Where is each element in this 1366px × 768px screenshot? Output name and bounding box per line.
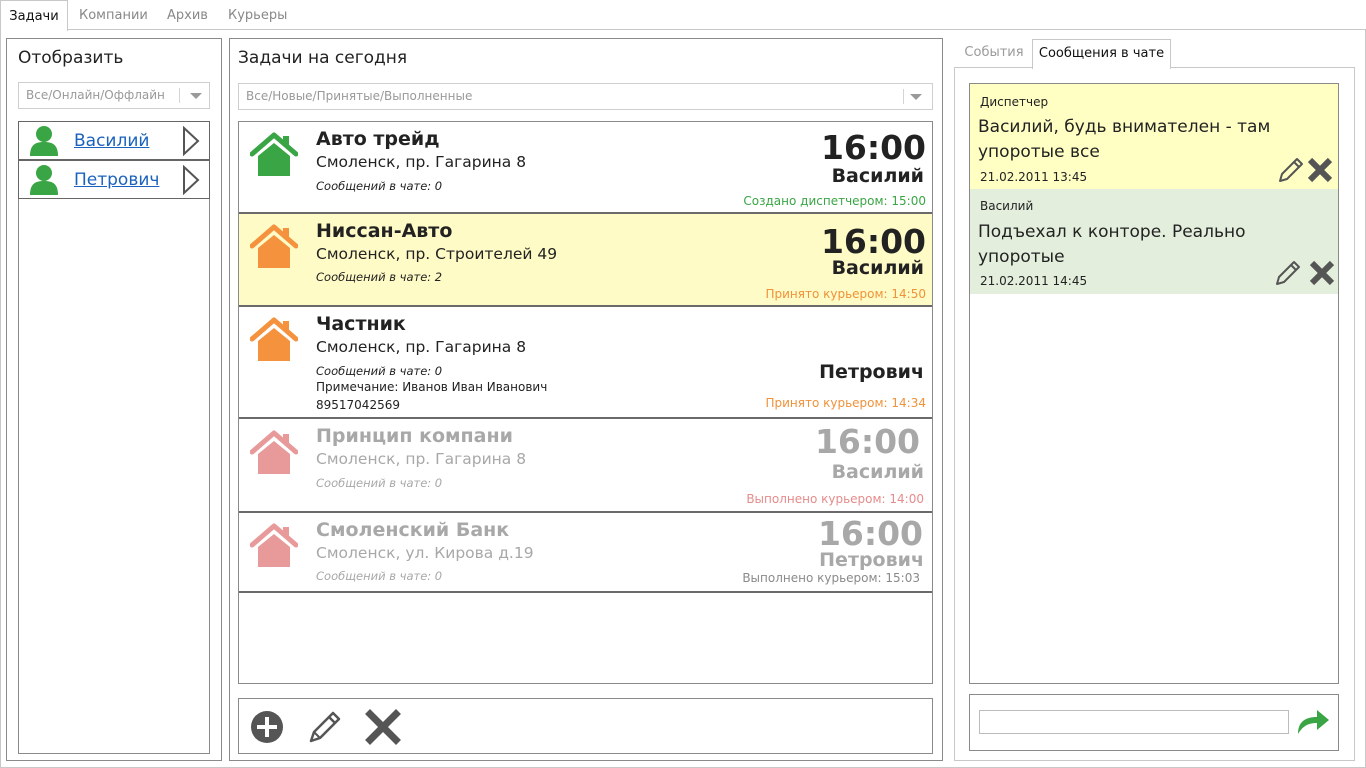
pencil-icon (1276, 261, 1300, 285)
task-time: 16:00 (820, 128, 926, 167)
tasks-panel-title: Задачи на сегодня (238, 48, 408, 68)
courier-list (18, 121, 210, 754)
task-card[interactable]: Смоленский Банк Смоленск, ул. Кирова д.1… (239, 513, 932, 593)
task-list: Авто трейд Смоленск, пр. Гагарина 8 Сооб… (238, 121, 933, 684)
add-button[interactable] (249, 709, 285, 745)
task-time: 16:00 (814, 422, 920, 461)
play-icon[interactable] (182, 165, 200, 195)
message-text: Подъехал к конторе. Реально упоротые (978, 222, 1246, 267)
task-toolbar (238, 698, 933, 754)
house-icon (250, 317, 298, 361)
tab-chat-messages[interactable]: Сообщения в чате (1032, 39, 1171, 69)
tab-tasks[interactable]: Задачи (0, 0, 68, 31)
chevron-down-icon (190, 93, 202, 99)
task-status: Принято курьером: 14:50 (765, 287, 926, 301)
message-author: Диспетчер (980, 95, 1049, 109)
courier-name-link[interactable]: Петрович (74, 170, 159, 190)
combo-separator (179, 88, 180, 103)
message-date: 21.02.2011 14:45 (980, 274, 1088, 288)
pencil-icon (309, 711, 341, 743)
task-address: Смоленск, пр. Гагарина 8 (316, 338, 527, 356)
task-title: Смоленский Банк (316, 519, 510, 541)
chat-message-list: Диспетчер Василий, будь внимателен - там… (969, 83, 1339, 684)
task-title: Частник (316, 313, 406, 335)
task-courier: Василий (831, 165, 924, 187)
send-arrow-icon (1298, 710, 1329, 734)
edit-button[interactable] (307, 709, 343, 745)
delete-message-button[interactable] (1308, 259, 1336, 287)
message-text: Василий, будь внимателен - там упоротые … (978, 117, 1271, 162)
courier-status-filter-value: Все/Онлайн/Оффлайн (26, 88, 165, 102)
delete-button[interactable] (365, 709, 401, 745)
chevron-down-icon (910, 94, 922, 100)
close-icon (1309, 260, 1335, 286)
task-message-count: Сообщений в чате: 0 (316, 476, 443, 490)
task-title: Ниссан-Авто (316, 220, 453, 242)
task-courier: Василий (831, 461, 924, 483)
task-message-count: Сообщений в чате: 0 (316, 179, 443, 193)
task-message-count: Сообщений в чате: 0 (316, 364, 443, 378)
task-time: 16:00 (820, 222, 926, 261)
house-icon (250, 224, 298, 268)
courier-name-link[interactable]: Василий (74, 131, 149, 151)
courier-row-vasily[interactable]: Василий (18, 121, 210, 160)
top-tab-bar: Задачи Компании Архив Курьеры (0, 0, 1366, 31)
task-status: Принято курьером: 14:34 (765, 396, 926, 410)
task-status: Создано диспетчером: 15:00 (743, 194, 926, 208)
tab-events[interactable]: События (956, 39, 1032, 68)
task-title: Принцип компани (316, 425, 513, 447)
tab-companies[interactable]: Компании (79, 0, 148, 30)
delete-message-button[interactable] (1306, 156, 1334, 184)
user-icon (30, 165, 58, 195)
courier-row-petrovich[interactable]: Петрович (18, 160, 210, 199)
send-button[interactable] (1295, 706, 1331, 736)
user-icon (30, 126, 58, 156)
task-address: Смоленск, пр. Гагарина 8 (316, 153, 527, 171)
close-icon (1307, 157, 1333, 183)
task-courier: Петрович (819, 549, 924, 571)
task-courier: Петрович (819, 361, 924, 383)
tab-archive[interactable]: Архив (167, 0, 208, 30)
task-status: Выполнено курьером: 15:03 (742, 571, 920, 585)
close-icon (365, 709, 401, 745)
task-status-filter[interactable]: Все/Новые/Принятые/Выполненные (238, 83, 933, 110)
task-card[interactable]: Принцип компани Смоленск, пр. Гагарина 8… (239, 419, 932, 513)
task-title: Авто трейд (316, 128, 440, 150)
message-date: 21.02.2011 13:45 (980, 170, 1088, 184)
task-note: Примечание: Иванов Иван Иванович (316, 380, 548, 394)
task-address: Смоленск, пр. Гагарина 8 (316, 450, 527, 468)
edit-message-button[interactable] (1277, 156, 1305, 184)
chat-message: Диспетчер Василий, будь внимателен - там… (970, 84, 1338, 189)
house-icon (250, 132, 298, 176)
house-icon (250, 523, 298, 567)
display-panel-title: Отобразить (18, 48, 124, 68)
chat-message-input[interactable] (979, 710, 1289, 734)
edit-message-button[interactable] (1274, 259, 1302, 287)
plus-icon (251, 711, 283, 743)
task-courier: Василий (831, 257, 924, 279)
play-icon[interactable] (182, 126, 200, 156)
chat-compose (969, 694, 1339, 751)
task-message-count: Сообщений в чате: 2 (316, 270, 443, 284)
combo-separator (903, 89, 904, 104)
task-card[interactable]: Ниссан-Авто Смоленск, пр. Строителей 49 … (239, 214, 932, 307)
task-status: Выполнено курьером: 14:00 (746, 492, 924, 506)
task-card[interactable]: Авто трейд Смоленск, пр. Гагарина 8 Сооб… (239, 122, 932, 214)
chat-message: Василий Подъехал к конторе. Реально упор… (970, 189, 1338, 294)
pencil-icon (1279, 158, 1303, 182)
task-address: Смоленск, пр. Строителей 49 (316, 245, 558, 263)
courier-status-filter[interactable]: Все/Онлайн/Оффлайн (18, 82, 210, 109)
message-author: Василий (980, 199, 1034, 213)
house-icon (250, 430, 298, 474)
task-time: 16:00 (817, 514, 923, 553)
task-phone: 89517042569 (316, 398, 400, 412)
task-address: Смоленск, ул. Кирова д.19 (316, 544, 534, 562)
task-status-filter-value: Все/Новые/Принятые/Выполненные (246, 89, 473, 103)
task-card[interactable]: Частник Смоленск, пр. Гагарина 8 Сообщен… (239, 307, 932, 419)
tab-couriers[interactable]: Курьеры (228, 0, 287, 30)
task-message-count: Сообщений в чате: 0 (316, 569, 443, 583)
